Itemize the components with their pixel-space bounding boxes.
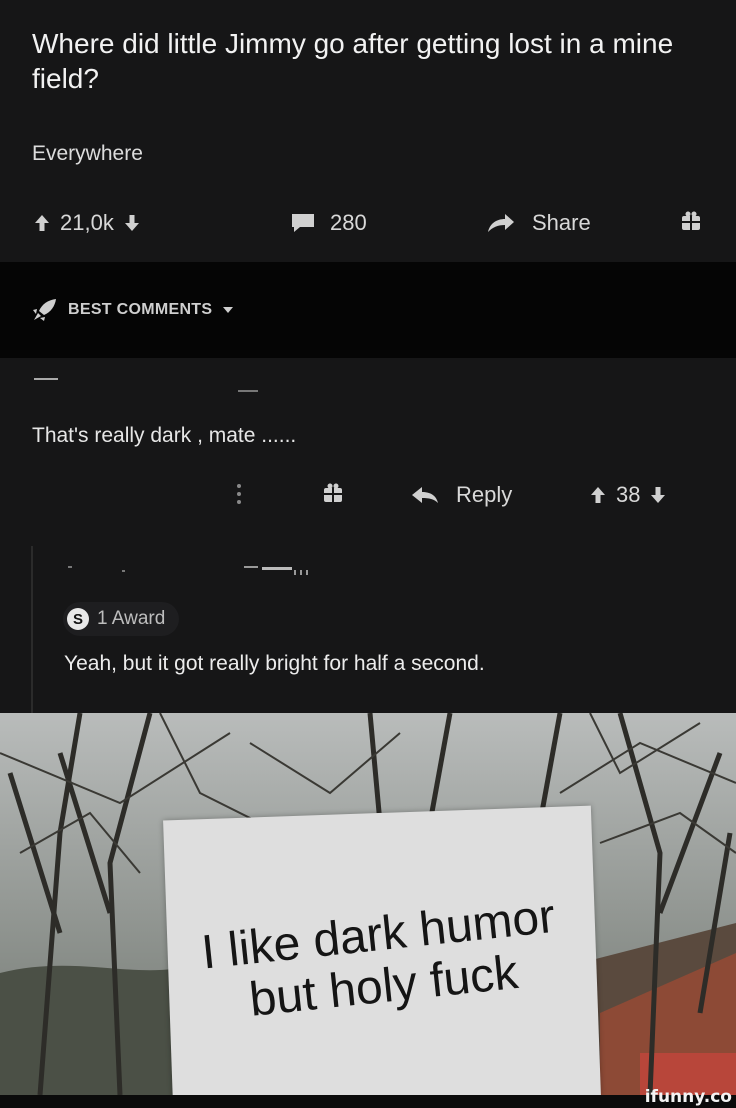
comment-text: That's really dark , mate ...... [32,424,297,447]
thread-line [31,546,33,713]
sort-dropdown[interactable]: BEST COMMENTS [32,298,234,322]
comment-author-redacted [34,378,58,380]
comment-gift-button[interactable] [322,482,344,504]
reply-author-redacted [68,566,308,575]
award-label: 1 Award [97,608,166,629]
comment-vote-group: 38 [590,482,666,508]
comment-meta-redacted [238,390,258,392]
upvote-icon[interactable] [34,214,50,232]
meme-image: I like dark humor but holy fuck [0,713,736,1095]
reply-label: Reply [456,482,513,507]
post-card: Where did little Jimmy go after getting … [0,0,736,262]
sort-label: BEST COMMENTS [68,301,213,318]
gift-icon [682,211,700,230]
share-label: Share [532,210,591,235]
more-button[interactable] [236,482,242,506]
post-actions: 21,0k 280 Share [0,210,736,242]
upvote-icon[interactable] [590,486,606,504]
award-badge[interactable]: S 1 Award [63,602,180,636]
comment-actions: Reply 38 [0,482,736,512]
reply-button[interactable]: Reply [410,482,512,508]
chevron-down-icon [223,307,234,313]
rocket-icon [33,299,56,321]
watermark: ifunny.co [644,1087,732,1107]
meme-sign-text: I like dark humor but holy fuck [182,889,581,1033]
share-icon [488,214,514,232]
meme-sign: I like dark humor but holy fuck [163,805,601,1095]
gift-button[interactable] [680,210,702,232]
award-icon: S [67,608,89,630]
comment-count: 280 [330,210,367,235]
post-title: Where did little Jimmy go after getting … [32,28,674,94]
comment-score: 38 [616,482,641,507]
comment-icon [292,214,314,232]
footer-bar [0,1095,736,1108]
post-vote-group: 21,0k [34,210,140,236]
comments-button[interactable]: 280 [290,210,367,236]
post-score: 21,0k [60,210,114,235]
post-body: Everywhere [32,142,143,165]
reply-icon [412,487,438,503]
comment-thread: That's really dark , mate ...... Reply 3… [0,358,736,713]
share-button[interactable]: Share [486,210,591,236]
downvote-icon[interactable] [124,214,140,232]
gift-icon [324,483,342,502]
best-comments-bar: BEST COMMENTS [0,262,736,358]
more-icon [237,484,241,504]
reply-text: Yeah, but it got really bright for half … [64,652,485,675]
downvote-icon[interactable] [650,486,666,504]
